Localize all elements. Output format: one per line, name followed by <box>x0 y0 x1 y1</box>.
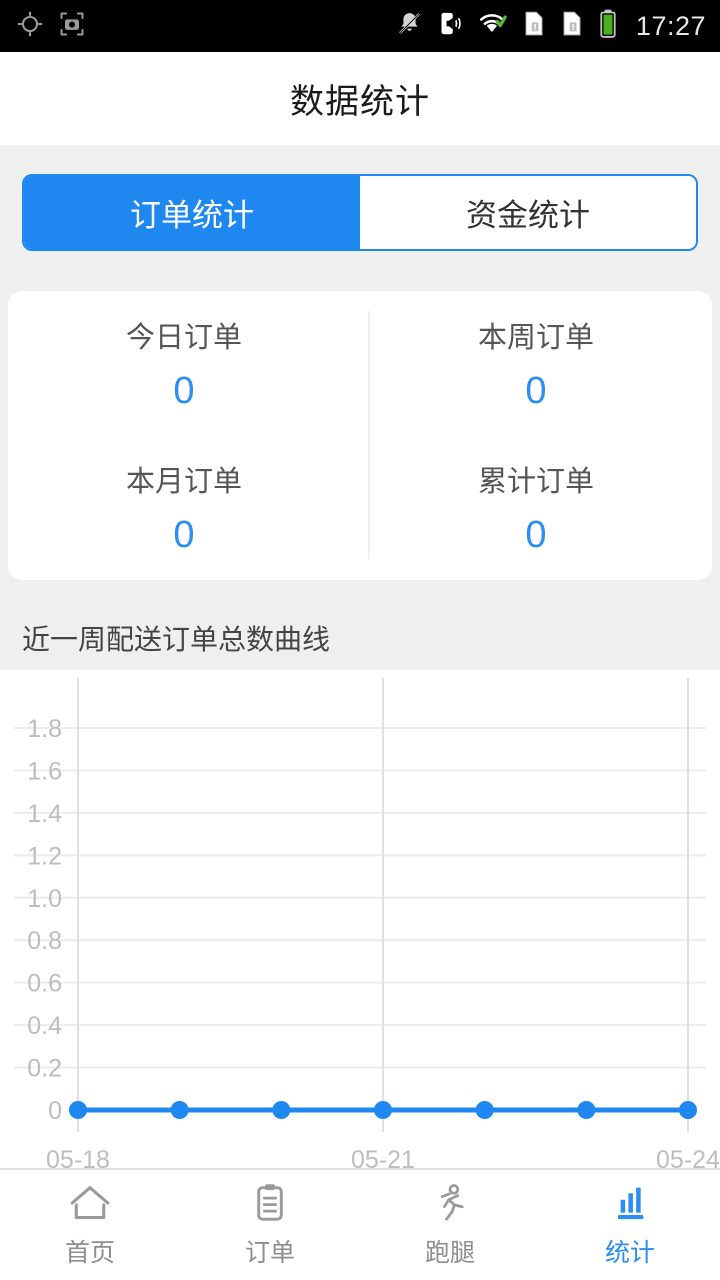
y-axis-tick-label: 1.4 <box>27 800 62 828</box>
gps-location-icon <box>16 10 44 43</box>
status-bar-right-icons: 17:27 <box>396 9 720 43</box>
chart-data-point <box>170 1101 189 1119</box>
y-axis-tick-label: 0.2 <box>27 1055 62 1083</box>
stat-total-orders-label: 累计订单 <box>477 466 594 499</box>
stat-month-orders: 本月订单 0 <box>8 436 360 581</box>
status-bar-left-icons <box>0 10 86 43</box>
y-axis-tick-label: 0.6 <box>27 970 62 998</box>
nav-item-statistics-label: 统计 <box>604 1238 655 1267</box>
y-axis-tick-label: 1.8 <box>27 715 62 743</box>
stats-grid: 今日订单 0 本周订单 0 本月订单 0 累计订单 0 <box>8 291 712 580</box>
stat-total-orders: 累计订单 0 <box>360 436 712 581</box>
home-icon <box>67 1182 113 1226</box>
chart-data-point <box>272 1101 291 1119</box>
chart-data-point <box>679 1101 697 1119</box>
clipboard-icon <box>247 1182 293 1226</box>
bar-chart-icon <box>607 1182 653 1226</box>
chart-data-point <box>69 1101 87 1119</box>
tab-fund-stats[interactable]: 资金统计 <box>360 176 696 249</box>
stat-month-orders-value: 0 <box>173 514 195 557</box>
stat-week-orders-value: 0 <box>525 369 547 412</box>
chart-data-point <box>577 1101 596 1119</box>
x-axis-tick-label: 05-18 <box>46 1146 110 1170</box>
status-bar-clock: 17:27 <box>635 10 706 41</box>
tab-order-stats[interactable]: 订单统计 <box>24 176 360 249</box>
y-axis-tick-label: 0.4 <box>27 1012 62 1040</box>
y-axis-tick-label: 1.2 <box>27 842 62 870</box>
y-axis-tick-label: 0 <box>48 1097 62 1125</box>
chart-title: 近一周配送订单总数曲线 <box>22 624 331 655</box>
running-person-icon <box>427 1182 473 1226</box>
page-header: 数据统计 <box>0 52 720 145</box>
chart-data-point <box>475 1101 494 1119</box>
nav-item-orders[interactable]: 订单 <box>180 1182 360 1269</box>
stat-week-orders-label: 本周订单 <box>477 321 594 354</box>
nav-item-errands-label: 跑腿 <box>424 1238 475 1267</box>
wifi-icon <box>478 10 508 42</box>
stat-today-orders: 今日订单 0 <box>8 291 360 436</box>
y-axis-tick-label: 1.0 <box>27 885 62 913</box>
y-axis-tick-label: 1.6 <box>27 757 62 785</box>
bell-muted-icon <box>396 10 423 42</box>
stat-month-orders-label: 本月订单 <box>125 466 242 499</box>
orders-line-chart: 0 0.2 0.4 0.6 0.8 1.0 1.2 1.4 1.6 1.8 05-18 05-21 05… <box>0 670 720 1170</box>
bottom-navigation: 首页 订单 跑腿 统计 <box>0 1168 720 1280</box>
vibrate-icon <box>437 10 464 42</box>
app-root: 17:27 数据统计 订单统计 资金统计 今日订单 0 本周订单 0 本月订单 … <box>0 0 720 1280</box>
page-title: 数据统计 <box>290 83 430 121</box>
nav-item-errands[interactable]: 跑腿 <box>360 1182 540 1269</box>
y-axis-tick-label: 0.8 <box>27 927 62 955</box>
stat-today-orders-value: 0 <box>173 369 195 412</box>
status-bar: 17:27 <box>0 0 720 52</box>
stat-total-orders-value: 0 <box>525 514 547 557</box>
segmented-tabs-container: 订单统计 资金统计 <box>0 145 720 271</box>
battery-icon <box>598 9 618 43</box>
x-axis-tick-label: 05-21 <box>351 1146 415 1170</box>
nav-item-orders-label: 订单 <box>244 1238 295 1267</box>
stat-today-orders-label: 今日订单 <box>125 321 242 354</box>
tab-order-stats-label: 订单统计 <box>130 198 254 233</box>
x-axis-tick-label: 05-24 <box>656 1146 720 1170</box>
nav-item-statistics[interactable]: 统计 <box>540 1182 720 1269</box>
stats-card: 今日订单 0 本周订单 0 本月订单 0 累计订单 0 <box>8 291 712 580</box>
tab-fund-stats-label: 资金统计 <box>466 198 590 233</box>
segmented-tabs: 订单统计 资金统计 <box>22 174 698 251</box>
nav-item-home[interactable]: 首页 <box>0 1182 180 1269</box>
screenshot-camera-icon <box>58 10 86 43</box>
sim2-icon <box>560 10 584 42</box>
nav-item-home-label: 首页 <box>64 1238 115 1267</box>
sim1-icon <box>522 10 546 42</box>
stat-week-orders: 本周订单 0 <box>360 291 712 436</box>
chart-data-point <box>374 1101 392 1119</box>
chart-canvas: 0 0.2 0.4 0.6 0.8 1.0 1.2 1.4 1.6 1.8 05-18 05-21 05… <box>14 678 720 1170</box>
